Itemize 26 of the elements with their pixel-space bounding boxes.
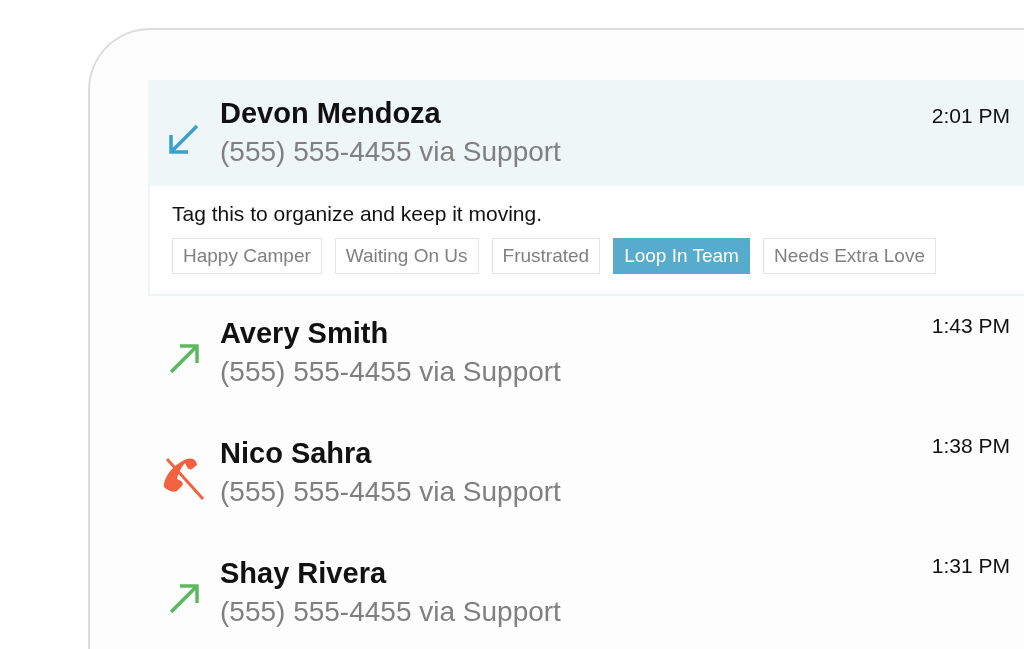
call-detail: (555) 555-4455 via Support xyxy=(220,135,562,169)
call-time: 1:38 PM xyxy=(931,434,1010,458)
outgoing-arrow-icon xyxy=(167,342,201,376)
call-detail: (555) 555-4455 via Support xyxy=(220,355,562,389)
call-time: 2:01 PM xyxy=(931,104,1010,128)
call-row[interactable]: Avery Smith (555) 555-4455 via Support 1:43 PM xyxy=(148,296,1024,416)
tag-chip[interactable]: Waiting On Us xyxy=(334,238,479,274)
tag-chip[interactable]: Happy Camper xyxy=(172,238,322,274)
outgoing-arrow-icon xyxy=(167,582,201,616)
call-time: 1:43 PM xyxy=(931,314,1010,338)
tag-chip[interactable]: Frustrated xyxy=(491,238,601,274)
call-time: 1:31 PM xyxy=(931,554,1010,578)
incoming-arrow-icon xyxy=(167,122,201,156)
call-detail: (555) 555-4455 via Support xyxy=(220,475,562,509)
tag-chip[interactable]: Loop In Team xyxy=(613,238,750,274)
tag-chip[interactable]: Needs Extra Love xyxy=(762,238,936,274)
call-detail: (555) 555-4455 via Support xyxy=(220,595,562,629)
caller-name: Nico Sahra xyxy=(220,436,373,471)
call-row[interactable]: Nico Sahra (555) 555-4455 via Support 1:38 PM xyxy=(148,416,1024,536)
missed-call-icon xyxy=(161,457,207,501)
caller-name: Avery Smith xyxy=(220,316,390,351)
tag-prompt: Tag this to organize and keep it moving. xyxy=(172,202,544,226)
caller-name: Devon Mendoza xyxy=(220,96,442,131)
selected-call-row[interactable]: Devon Mendoza (555) 555-4455 via Support 2:01 PM xyxy=(148,80,1024,186)
caller-name: Shay Rivera xyxy=(220,556,388,591)
call-row[interactable]: Shay Rivera (555) 555-4455 via Support 1:31 PM xyxy=(148,536,1024,649)
